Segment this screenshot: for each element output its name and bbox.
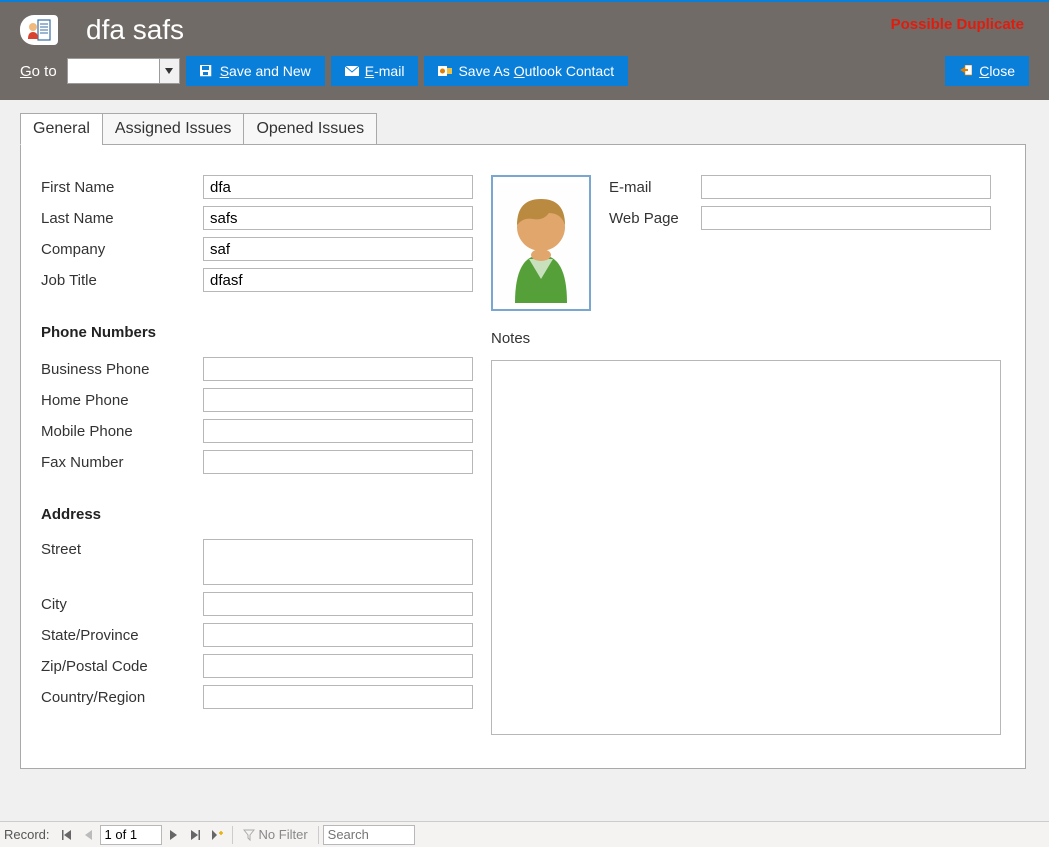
tab-strip: General Assigned Issues Opened Issues bbox=[20, 113, 1049, 145]
zip-label: Zip/Postal Code bbox=[41, 658, 203, 675]
title-row: dfa safs Possible Duplicate bbox=[0, 2, 1049, 52]
business-phone-field[interactable] bbox=[203, 357, 473, 381]
save-and-new-button[interactable]: Save and New bbox=[186, 56, 325, 86]
company-label: Company bbox=[41, 241, 203, 258]
contact-photo[interactable] bbox=[491, 175, 591, 311]
street-label: Street bbox=[41, 539, 203, 558]
country-field[interactable] bbox=[203, 685, 473, 709]
company-field[interactable] bbox=[203, 237, 473, 261]
address-section-header: Address bbox=[41, 506, 496, 523]
job-title-label: Job Title bbox=[41, 272, 203, 289]
email-button[interactable]: E-mail bbox=[331, 56, 419, 86]
close-icon bbox=[959, 65, 973, 77]
tab-panel-general: First Name Last Name Company Job Title P… bbox=[20, 144, 1026, 769]
last-record-button[interactable] bbox=[184, 825, 206, 845]
phone-section-header: Phone Numbers bbox=[41, 324, 496, 341]
next-record-button[interactable] bbox=[162, 825, 184, 845]
fax-field[interactable] bbox=[203, 450, 473, 474]
filter-label: No Filter bbox=[259, 827, 308, 842]
outlook-icon bbox=[438, 65, 452, 77]
job-title-field[interactable] bbox=[203, 268, 473, 292]
first-name-label: First Name bbox=[41, 179, 203, 196]
mobile-phone-field[interactable] bbox=[203, 419, 473, 443]
right-fields: E-mail Web Page bbox=[609, 175, 991, 237]
last-name-label: Last Name bbox=[41, 210, 203, 227]
goto-label: Go to bbox=[20, 63, 57, 80]
tab-general[interactable]: General bbox=[20, 113, 103, 145]
toolbar: Go to Save and New E-mail Save As Outloo… bbox=[0, 52, 1049, 100]
email-label: E-mail bbox=[609, 179, 701, 196]
state-label: State/Province bbox=[41, 627, 203, 644]
street-field[interactable] bbox=[203, 539, 473, 585]
email-field[interactable] bbox=[701, 175, 991, 199]
body-area: General Assigned Issues Opened Issues Fi… bbox=[0, 100, 1049, 821]
notes-field[interactable] bbox=[491, 360, 1001, 735]
duplicate-warning: Possible Duplicate bbox=[891, 16, 1024, 33]
filter-toggle[interactable]: No Filter bbox=[237, 827, 314, 842]
save-icon bbox=[200, 65, 214, 77]
new-record-button[interactable] bbox=[206, 825, 228, 845]
filter-icon bbox=[243, 829, 255, 841]
business-phone-label: Business Phone bbox=[41, 361, 203, 378]
first-record-button[interactable] bbox=[56, 825, 78, 845]
chevron-down-icon[interactable] bbox=[159, 59, 179, 83]
email-icon bbox=[345, 65, 359, 77]
save-as-outlook-button[interactable]: Save As Outlook Contact bbox=[424, 56, 628, 86]
web-label: Web Page bbox=[609, 210, 701, 227]
close-button[interactable]: Close bbox=[945, 56, 1029, 86]
home-phone-label: Home Phone bbox=[41, 392, 203, 409]
home-phone-field[interactable] bbox=[203, 388, 473, 412]
left-column: First Name Last Name Company Job Title P… bbox=[41, 175, 496, 716]
status-bar: Record: No Filter bbox=[0, 821, 1049, 847]
fax-label: Fax Number bbox=[41, 454, 203, 471]
prev-record-button[interactable] bbox=[78, 825, 100, 845]
first-name-field[interactable] bbox=[203, 175, 473, 199]
zip-field[interactable] bbox=[203, 654, 473, 678]
page-title: dfa safs bbox=[86, 14, 184, 46]
web-field[interactable] bbox=[701, 206, 991, 230]
status-search-field[interactable] bbox=[323, 825, 415, 845]
contact-card-icon bbox=[20, 15, 58, 45]
mobile-phone-label: Mobile Phone bbox=[41, 423, 203, 440]
tab-opened-issues[interactable]: Opened Issues bbox=[243, 113, 377, 145]
record-number-field[interactable] bbox=[100, 825, 162, 845]
country-label: Country/Region bbox=[41, 689, 203, 706]
city-label: City bbox=[41, 596, 203, 613]
state-field[interactable] bbox=[203, 623, 473, 647]
record-label: Record: bbox=[4, 827, 50, 842]
header-bar: dfa safs Possible Duplicate Go to Save a… bbox=[0, 2, 1049, 100]
city-field[interactable] bbox=[203, 592, 473, 616]
goto-dropdown[interactable] bbox=[67, 58, 180, 84]
last-name-field[interactable] bbox=[203, 206, 473, 230]
tab-assigned-issues[interactable]: Assigned Issues bbox=[102, 113, 245, 145]
notes-label: Notes bbox=[491, 330, 530, 347]
